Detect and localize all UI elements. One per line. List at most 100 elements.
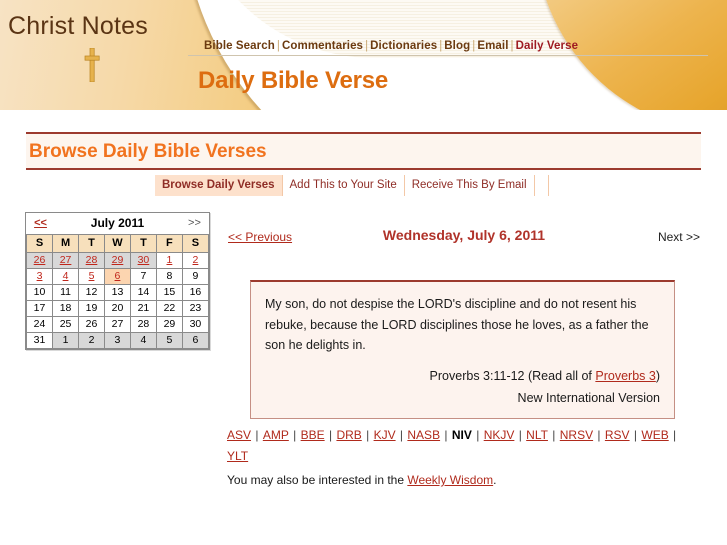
calendar-day-cell: 7 (129, 267, 157, 285)
nav-item-commentaries[interactable]: Commentaries (282, 40, 363, 52)
calendar-nav-row: << July 2011 >> (26, 213, 209, 234)
calendar-week-row: 24 25 26 27 28 29 30 (25, 315, 210, 333)
calendar-day-cell: 31 (25, 331, 54, 349)
translation-link-web[interactable]: WEB (641, 428, 668, 442)
translation-link-nrsv[interactable]: NRSV (560, 428, 593, 442)
tab-add-this-to-your-site[interactable]: Add This to Your Site (283, 175, 405, 196)
calendar-day-cell: 2 (78, 331, 105, 349)
nav-item-email[interactable]: Email (477, 40, 508, 52)
calendar-day-cell[interactable]: 6 (103, 267, 131, 285)
nav-item-blog[interactable]: Blog (444, 40, 470, 52)
translation-separator: | (289, 428, 300, 442)
verse-version: New International Version (517, 390, 660, 405)
calendar-day-cell[interactable]: 4 (52, 267, 80, 285)
calendar-day-link[interactable]: 4 (63, 270, 69, 282)
calendar-dow-2: T (78, 233, 105, 253)
calendar-day-link[interactable]: 6 (115, 270, 121, 282)
calendar-day-cell: 3 (103, 331, 131, 349)
calendar-day-cell: 17 (25, 299, 54, 317)
calendar-day-cell: 21 (129, 299, 157, 317)
calendar-week-row: 17 18 19 20 21 22 23 (25, 299, 210, 317)
calendar-day-cell[interactable]: 29 (103, 251, 131, 269)
tab-receive-this-by-email[interactable]: Receive This By Email (405, 175, 535, 196)
translation-link-rsv[interactable]: RSV (605, 428, 630, 442)
calendar-day-cell: 27 (103, 315, 131, 333)
nav-item-daily-verse[interactable]: Daily Verse (516, 40, 578, 52)
calendar-day-cell: 12 (78, 283, 105, 301)
calendar-day-cell[interactable]: 26 (25, 251, 54, 269)
translation-link-nlt[interactable]: NLT (526, 428, 548, 442)
calendar-day-cell: 23 (181, 299, 210, 317)
read-chapter-link[interactable]: Proverbs 3 (595, 369, 655, 383)
translation-link-drb[interactable]: DRB (336, 428, 361, 442)
calendar-day-cell: 28 (129, 315, 157, 333)
calendar-day-link[interactable]: 1 (166, 254, 172, 266)
translation-separator: | (252, 428, 262, 442)
verse-reference-prefix: Proverbs 3:11-12 (Read all of (429, 368, 596, 383)
translation-link-nasb[interactable]: NASB (407, 428, 440, 442)
calendar-week-row: 26 27 28 29 30 1 2 (25, 251, 210, 269)
calendar-day-cell: 25 (52, 315, 80, 333)
calendar-day-cell: 4 (129, 331, 157, 349)
verse-nav-row: << Previous Wednesday, July 6, 2011 Next… (225, 225, 703, 251)
calendar-day-link[interactable]: 5 (89, 270, 95, 282)
calendar-widget: << July 2011 >> SMTWTFS 26 27 28 29 30 1 2 3 4 5 6… (25, 212, 210, 350)
calendar-week-row: 3 4 5 6789 (25, 267, 210, 285)
nav-item-dictionaries[interactable]: Dictionaries (370, 40, 437, 52)
next-verse-link[interactable]: Next >> (658, 230, 700, 244)
translation-link-nkjv[interactable]: NKJV (484, 428, 515, 442)
calendar-day-cell[interactable]: 5 (78, 267, 105, 285)
calendar-day-cell[interactable]: 27 (52, 251, 80, 269)
weekly-wisdom-link[interactable]: Weekly Wisdom (407, 473, 493, 487)
calendar-day-link[interactable]: 3 (37, 270, 43, 282)
calendar-day-cell: 5 (155, 331, 183, 349)
site-header: Christ Notes Bible Search | Commentaries | D… (0, 0, 727, 110)
translation-link-ylt[interactable]: YLT (227, 449, 248, 463)
translation-link-kjv[interactable]: KJV (374, 428, 396, 442)
calendar-day-cell: 16 (181, 283, 210, 301)
translation-separator: | (669, 428, 677, 442)
calendar-day-cell: 19 (78, 299, 105, 317)
translation-link-bbe[interactable]: BBE (301, 428, 325, 442)
calendar-day-cell: 14 (129, 283, 157, 301)
calendar-prev-month-link[interactable]: << (34, 217, 47, 229)
tab-bar-end (535, 175, 549, 196)
nav-divider (188, 55, 708, 56)
tab-browse-daily-verses[interactable]: Browse Daily Verses (155, 175, 283, 196)
nav-separator: | (510, 40, 514, 52)
calendar-day-cell[interactable]: 1 (155, 251, 183, 269)
calendar-day-link[interactable]: 2 (193, 254, 199, 266)
page-root: Christ Notes Bible Search | Commentaries | D… (0, 0, 727, 545)
calendar-day-cell[interactable]: 28 (78, 251, 105, 269)
verse-text: My son, do not despise the LORD's discip… (265, 297, 649, 353)
translation-link-asv[interactable]: ASV (227, 428, 251, 442)
cross-icon (84, 47, 100, 83)
calendar-day-link[interactable]: 30 (138, 254, 150, 266)
calendar-day-link[interactable]: 29 (112, 254, 124, 266)
nav-separator: | (276, 40, 280, 52)
calendar-day-cell: 22 (155, 299, 183, 317)
calendar-day-cell[interactable]: 30 (129, 251, 157, 269)
calendar-table: << July 2011 >> SMTWTFS 26 27 28 29 30 1 2 3 4 5 6… (25, 213, 210, 349)
calendar-day-link[interactable]: 26 (34, 254, 46, 266)
calendar-next-month-link[interactable]: >> (182, 213, 209, 234)
footnote-prefix: You may also be interested in the (227, 473, 408, 487)
calendar-dow-1: M (52, 233, 80, 253)
translation-link-amp[interactable]: AMP (263, 428, 289, 442)
calendar-dow-3: W (103, 233, 131, 253)
calendar-day-cell: 1 (52, 331, 80, 349)
calendar-day-cell[interactable]: 3 (25, 267, 54, 285)
verse-box: My son, do not despise the LORD's discip… (250, 280, 675, 420)
site-logo-text[interactable]: Christ Notes (8, 12, 148, 41)
nav-item-bible-search[interactable]: Bible Search (204, 40, 275, 52)
section-heading-bar: Browse Daily Bible Verses (26, 132, 701, 170)
calendar-day-cell: 6 (181, 331, 210, 349)
calendar-day-cell: 29 (155, 315, 183, 333)
calendar-day-link[interactable]: 27 (60, 254, 72, 266)
translation-separator: | (515, 428, 526, 442)
calendar-day-cell[interactable]: 2 (181, 251, 210, 269)
translation-current-niv: NIV (451, 428, 472, 442)
primary-nav: Bible Search | Commentaries | Dictionaries | B… (204, 40, 578, 52)
section-heading-text: Browse Daily Bible Verses (29, 141, 267, 162)
calendar-day-link[interactable]: 28 (86, 254, 98, 266)
